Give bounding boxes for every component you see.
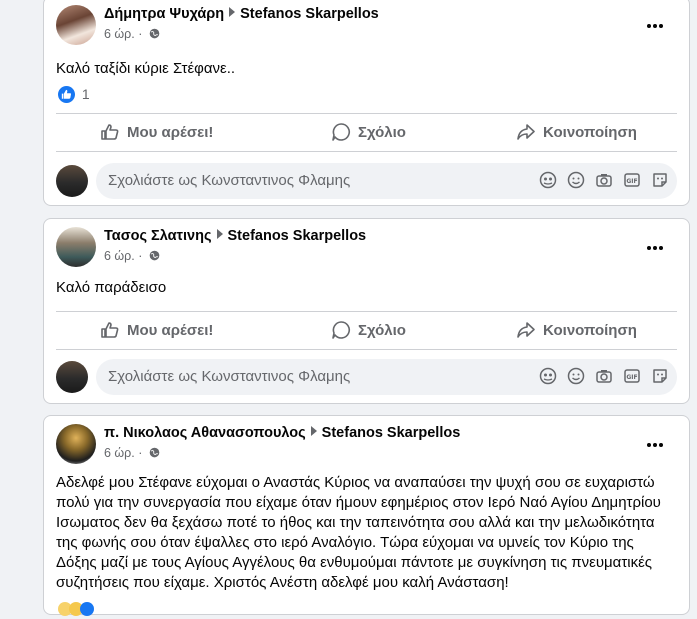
comment-button[interactable]: Σχόλιο [331, 313, 406, 347]
more-options-icon[interactable] [647, 237, 667, 250]
post-actions: Μου αρέσει! Σχόλιο Κοινοποίηση [56, 313, 677, 347]
thumbs-up-icon [100, 122, 120, 142]
like-button[interactable]: Μου αρέσει! [100, 313, 213, 347]
timestamp[interactable]: 6 ώρ. · [104, 249, 142, 263]
post-header: π. Νικολαος Αθανασοπουλος Stefanos Skarpe… [56, 422, 677, 466]
more-options-icon[interactable] [647, 434, 667, 447]
share-arrow-icon [516, 122, 536, 142]
post-text: Αδελφέ μου Στέφανε εύχομαι ο Αναστάς Κύρ… [56, 474, 661, 591]
post-author-line: π. Νικολαος Αθανασοπουλος Stefanos Skarpe… [104, 425, 460, 441]
comment-bubble-icon [331, 320, 351, 340]
camera-icon[interactable] [595, 171, 613, 189]
avatar-sticker-icon[interactable] [539, 171, 557, 189]
timestamp[interactable]: 6 ώρ. · [104, 27, 142, 41]
avatar[interactable] [56, 424, 96, 464]
comment-post: Δήμητρα Ψυχάρη Stefanos Skarpellos 6 ώρ. … [43, 0, 690, 206]
comment-post: π. Νικολαος Αθανασοπουλος Stefanos Skarpe… [43, 415, 690, 616]
composer-icons [539, 171, 669, 189]
avatar[interactable] [56, 361, 88, 393]
composer-icons [539, 367, 669, 385]
comment-button[interactable]: Σχόλιο [331, 115, 406, 149]
comment-composer: Σχολιάστε ως Κωνσταντινος Φλαμης [56, 359, 677, 395]
avatar[interactable] [56, 227, 96, 267]
target-name[interactable]: Stefanos Skarpellos [240, 6, 379, 22]
share-button[interactable]: Κοινοποίηση [516, 313, 637, 347]
author-name[interactable]: Δήμητρα Ψυχάρη [104, 6, 224, 22]
gif-icon[interactable] [623, 171, 641, 189]
post-author-line: Τασος Σλατινης Stefanos Skarpellos [104, 228, 366, 244]
arrow-right-icon [310, 426, 317, 436]
more-options-icon[interactable] [647, 15, 667, 28]
post-author-line: Δήμητρα Ψυχάρη Stefanos Skarpellos [104, 6, 379, 22]
post-meta: 6 ώρ. · [104, 446, 160, 460]
target-name[interactable]: Stefanos Skarpellos [322, 425, 461, 441]
share-button[interactable]: Κοινοποίηση [516, 115, 637, 149]
like-reaction-icon [80, 602, 94, 616]
emoji-icon[interactable] [567, 367, 585, 385]
sticker-icon[interactable] [651, 367, 669, 385]
like-reaction-icon [58, 86, 75, 103]
target-name[interactable]: Stefanos Skarpellos [228, 228, 367, 244]
globe-icon [149, 447, 160, 458]
avatar-sticker-icon[interactable] [539, 367, 557, 385]
author-name[interactable]: π. Νικολαος Αθανασοπουλος [104, 425, 306, 441]
share-arrow-icon [516, 320, 536, 340]
gif-icon[interactable] [623, 367, 641, 385]
comment-post: Τασος Σλατινης Stefanos Skarpellos 6 ώρ. … [43, 218, 690, 404]
arrow-right-icon [216, 229, 223, 239]
post-text: Καλό παράδεισο [56, 279, 167, 296]
post-meta: 6 ώρ. · [104, 249, 160, 263]
comment-bubble-icon [331, 122, 351, 142]
reactions-summary[interactable]: 1 [58, 86, 90, 103]
comment-placeholder: Σχολιάστε ως Κωνσταντινος Φλαμης [108, 172, 351, 189]
like-button[interactable]: Μου αρέσει! [100, 115, 213, 149]
comment-placeholder: Σχολιάστε ως Κωνσταντινος Φλαμης [108, 368, 351, 385]
post-header: Τασος Σλατινης Stefanos Skarpellos 6 ώρ. … [56, 225, 677, 269]
globe-icon [149, 28, 160, 39]
post-actions: Μου αρέσει! Σχόλιο Κοινοποίηση [56, 115, 677, 149]
sticker-icon[interactable] [651, 171, 669, 189]
post-meta: 6 ώρ. · [104, 27, 160, 41]
arrow-right-icon [229, 7, 236, 17]
emoji-icon[interactable] [567, 171, 585, 189]
reaction-count: 1 [81, 86, 90, 102]
divider [56, 113, 677, 114]
comment-input[interactable]: Σχολιάστε ως Κωνσταντινος Φλαμης [96, 359, 677, 395]
divider [56, 311, 677, 312]
globe-icon [149, 250, 160, 261]
comment-input[interactable]: Σχολιάστε ως Κωνσταντινος Φλαμης [96, 163, 677, 199]
comment-composer: Σχολιάστε ως Κωνσταντινος Φλαμης [56, 163, 677, 199]
divider [56, 349, 677, 350]
post-text: Καλό ταξίδι κύριε Στέφανε.. [56, 60, 236, 77]
timestamp[interactable]: 6 ώρ. · [104, 446, 142, 460]
post-header: Δήμητρα Ψυχάρη Stefanos Skarpellos 6 ώρ. … [56, 3, 677, 47]
thumbs-up-icon [100, 320, 120, 340]
avatar[interactable] [56, 165, 88, 197]
divider [56, 151, 677, 152]
author-name[interactable]: Τασος Σλατινης [104, 228, 212, 244]
camera-icon[interactable] [595, 367, 613, 385]
avatar[interactable] [56, 5, 96, 45]
